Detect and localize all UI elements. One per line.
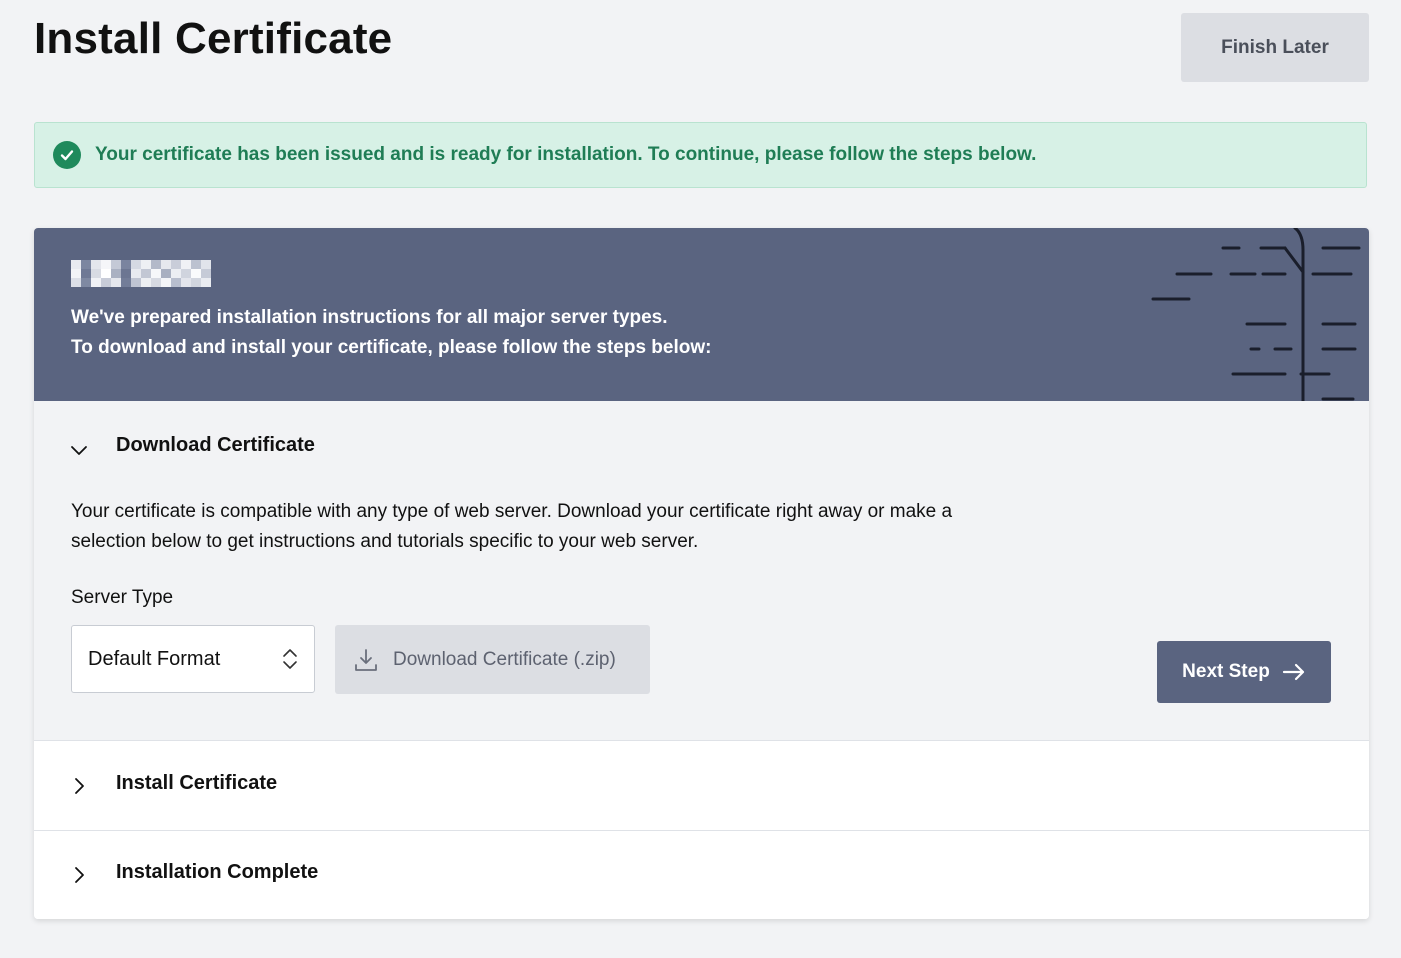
arrow-right-icon xyxy=(1282,663,1304,681)
alert-message: Your certificate has been issued and is … xyxy=(95,144,1037,165)
chevron-right-icon xyxy=(75,867,84,883)
finish-later-button[interactable]: Finish Later xyxy=(1181,13,1369,82)
redacted-domain-name xyxy=(71,260,211,288)
chevron-right-icon xyxy=(75,778,84,794)
header-line-2: To download and install your certificate… xyxy=(71,337,712,358)
success-alert: Your certificate has been issued and is … xyxy=(34,122,1367,188)
step-title-install[interactable]: Install Certificate xyxy=(116,772,277,795)
page-title: Install Certificate xyxy=(34,14,393,63)
step-title-complete[interactable]: Installation Complete xyxy=(116,861,318,884)
chevron-down-icon[interactable] xyxy=(70,441,88,459)
step-download-certificate: Download Certificate Your certificate is… xyxy=(34,401,1369,741)
server-type-select[interactable]: Default Format xyxy=(71,625,315,693)
download-icon xyxy=(355,648,377,671)
next-step-button[interactable]: Next Step xyxy=(1157,641,1331,703)
header-line-1: We've prepared installation instructions… xyxy=(71,307,668,328)
server-type-value: Default Format xyxy=(88,647,221,670)
server-type-label: Server Type xyxy=(71,587,174,608)
next-step-label: Next Step xyxy=(1182,661,1270,682)
card-header: We've prepared installation instructions… xyxy=(34,228,1369,401)
download-button-label: Download Certificate (.zip) xyxy=(393,648,616,670)
chevron-up-down-icon xyxy=(283,649,297,669)
check-circle-icon xyxy=(53,141,81,169)
step-title-download[interactable]: Download Certificate xyxy=(116,434,315,457)
server-rack-illustration xyxy=(1151,228,1361,401)
step-description: Your certificate is compatible with any … xyxy=(71,501,953,552)
step-install-certificate[interactable]: Install Certificate xyxy=(34,741,1369,831)
installation-card: We've prepared installation instructions… xyxy=(34,228,1369,919)
step-installation-complete[interactable]: Installation Complete xyxy=(34,831,1369,919)
download-certificate-button[interactable]: Download Certificate (.zip) xyxy=(335,625,650,694)
